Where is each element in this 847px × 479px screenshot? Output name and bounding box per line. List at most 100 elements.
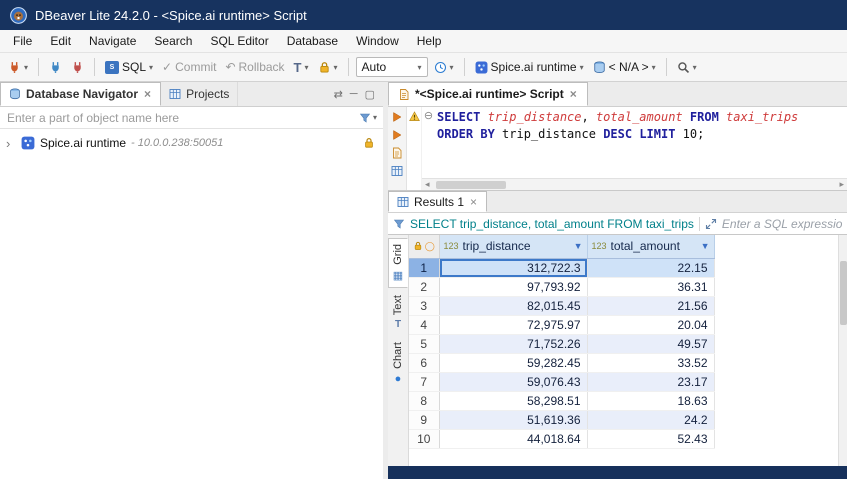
close-icon[interactable]: × bbox=[143, 87, 152, 101]
row-number-cell[interactable]: 8 bbox=[409, 391, 439, 410]
close-icon[interactable]: × bbox=[469, 195, 478, 209]
row-number-cell[interactable]: 9 bbox=[409, 410, 439, 429]
cell-total-amount[interactable]: 24.2 bbox=[587, 410, 714, 429]
cell-total-amount[interactable]: 33.52 bbox=[587, 353, 714, 372]
editor-hscrollbar[interactable]: ◂ ▸ bbox=[422, 178, 847, 190]
table-row[interactable]: 759,076.4323.17 bbox=[409, 372, 715, 391]
cell-trip-distance[interactable]: 59,076.43 bbox=[439, 372, 587, 391]
cell-total-amount[interactable]: 21.56 bbox=[587, 296, 714, 315]
table-row[interactable]: 472,975.9720.04 bbox=[409, 315, 715, 334]
filter-expression-placeholder[interactable]: Enter a SQL expression to... bbox=[722, 217, 842, 231]
transaction-mode-button[interactable]: T ▾ bbox=[291, 58, 312, 77]
disconnect-button[interactable] bbox=[68, 59, 87, 76]
table-row[interactable]: 571,752.2649.57 bbox=[409, 334, 715, 353]
sort-desc-icon[interactable]: ▼ bbox=[701, 241, 710, 251]
table-row[interactable]: 297,793.9236.31 bbox=[409, 277, 715, 296]
explain-plan-icon[interactable] bbox=[391, 147, 403, 159]
cell-trip-distance[interactable]: 59,282.45 bbox=[439, 353, 587, 372]
schema-selector[interactable]: < N/A > ▾ bbox=[590, 58, 659, 76]
table-row[interactable]: 659,282.4533.52 bbox=[409, 353, 715, 372]
row-number-cell[interactable]: 4 bbox=[409, 315, 439, 334]
cell-empty[interactable] bbox=[714, 296, 715, 315]
close-icon[interactable]: × bbox=[569, 87, 578, 101]
cell-trip-distance[interactable]: 51,619.36 bbox=[439, 410, 587, 429]
cell-total-amount[interactable]: 18.63 bbox=[587, 391, 714, 410]
grid-vscrollbar[interactable] bbox=[838, 235, 847, 479]
cell-trip-distance[interactable]: 82,015.45 bbox=[439, 296, 587, 315]
link-editor-icon[interactable]: ⇄ bbox=[334, 88, 343, 101]
menu-navigate[interactable]: Navigate bbox=[80, 31, 145, 51]
object-filter-input[interactable] bbox=[0, 107, 353, 128]
cell-total-amount[interactable]: 23.17 bbox=[587, 372, 714, 391]
cell-empty[interactable] bbox=[714, 429, 715, 448]
execute-script-icon[interactable] bbox=[391, 129, 403, 141]
table-row[interactable]: 1044,018.6452.43 bbox=[409, 429, 715, 448]
cell-trip-distance[interactable]: 72,975.97 bbox=[439, 315, 587, 334]
menu-window[interactable]: Window bbox=[347, 31, 408, 51]
cell-total-amount[interactable]: 20.04 bbox=[587, 315, 714, 334]
cell-empty[interactable] bbox=[714, 410, 715, 429]
cell-empty[interactable] bbox=[714, 277, 715, 296]
row-number-cell[interactable]: 6 bbox=[409, 353, 439, 372]
row-number-cell[interactable]: 7 bbox=[409, 372, 439, 391]
connect-button[interactable] bbox=[46, 59, 65, 76]
row-number-cell[interactable]: 2 bbox=[409, 277, 439, 296]
maximize-icon[interactable]: ▢ bbox=[365, 88, 375, 101]
column-header-total-amount[interactable]: 123 total_amount ▼ bbox=[587, 235, 714, 258]
tab-text-view[interactable]: Text T bbox=[388, 290, 408, 335]
cell-trip-distance[interactable]: 44,018.64 bbox=[439, 429, 587, 448]
row-number-cell[interactable]: 1 bbox=[409, 258, 439, 277]
menu-file[interactable]: File bbox=[4, 31, 41, 51]
filter-query-text[interactable]: SELECT trip_distance, total_amount FROM … bbox=[410, 217, 694, 231]
menu-database[interactable]: Database bbox=[278, 31, 347, 51]
tree-item-spice-connection[interactable]: › Spice.ai runtime - 10.0.0.238:50051 bbox=[0, 132, 383, 154]
menu-search[interactable]: Search bbox=[145, 31, 201, 51]
tab-chart-view[interactable]: Chart ● bbox=[388, 337, 408, 390]
column-header-trip-distance[interactable]: 123 trip_distance ▼ bbox=[439, 235, 587, 258]
table-row[interactable]: 858,298.5118.63 bbox=[409, 391, 715, 410]
expand-icon[interactable] bbox=[705, 218, 717, 230]
execute-statement-icon[interactable] bbox=[391, 111, 403, 123]
vscroll-thumb[interactable] bbox=[840, 261, 847, 325]
row-number-cell[interactable]: 3 bbox=[409, 296, 439, 315]
scroll-right-icon[interactable]: ▸ bbox=[836, 179, 847, 190]
cell-empty[interactable] bbox=[714, 353, 715, 372]
tab-projects[interactable]: Projects bbox=[161, 82, 238, 106]
tab-grid-view[interactable]: Grid ▦ bbox=[388, 238, 408, 288]
filter-settings-button[interactable]: ▾ bbox=[353, 112, 383, 124]
sql-line[interactable]: SELECT trip_distance, total_amount FROM … bbox=[437, 109, 845, 126]
cell-total-amount[interactable]: 52.43 bbox=[587, 429, 714, 448]
security-button[interactable]: ▾ bbox=[315, 59, 341, 76]
tab-sql-script[interactable]: *<Spice.ai runtime> Script × bbox=[388, 82, 588, 106]
cell-empty[interactable] bbox=[714, 258, 715, 277]
cell-empty[interactable] bbox=[714, 334, 715, 353]
scroll-left-icon[interactable]: ◂ bbox=[422, 179, 433, 190]
grid-corner-cell[interactable]: ◯ bbox=[409, 235, 439, 258]
cell-trip-distance[interactable]: 312,722.3 bbox=[439, 258, 587, 277]
cell-empty[interactable] bbox=[714, 372, 715, 391]
commit-button[interactable]: ✓ Commit bbox=[159, 58, 219, 76]
cell-total-amount[interactable]: 49.57 bbox=[587, 334, 714, 353]
search-button[interactable]: ▾ bbox=[674, 59, 700, 76]
sql-editor-button[interactable]: S SQL ▾ bbox=[102, 58, 156, 76]
query-history-button[interactable]: ▾ bbox=[431, 59, 457, 76]
rollback-button[interactable]: ↶ Rollback bbox=[222, 58, 287, 76]
menu-edit[interactable]: Edit bbox=[41, 31, 80, 51]
hscroll-thumb[interactable] bbox=[436, 181, 506, 189]
cell-trip-distance[interactable]: 58,298.51 bbox=[439, 391, 587, 410]
tab-database-navigator[interactable]: Database Navigator × bbox=[0, 82, 161, 106]
menu-sql-editor[interactable]: SQL Editor bbox=[201, 31, 277, 51]
row-number-cell[interactable]: 5 bbox=[409, 334, 439, 353]
fold-collapse-icon[interactable]: ⊖ bbox=[424, 110, 433, 122]
cell-empty[interactable] bbox=[714, 391, 715, 410]
minimize-icon[interactable]: ─ bbox=[350, 88, 358, 100]
commit-mode-combobox[interactable]: Auto ▾ bbox=[356, 57, 428, 77]
table-row[interactable]: 1312,722.322.15 bbox=[409, 258, 715, 277]
connection-selector[interactable]: Spice.ai runtime ▾ bbox=[472, 58, 587, 76]
sort-desc-icon[interactable]: ▼ bbox=[574, 241, 583, 251]
cell-empty[interactable] bbox=[714, 315, 715, 334]
tab-results-1[interactable]: Results 1 × bbox=[388, 191, 487, 212]
table-row[interactable]: 951,619.3624.2 bbox=[409, 410, 715, 429]
menu-help[interactable]: Help bbox=[408, 31, 451, 51]
chevron-right-icon[interactable]: › bbox=[6, 136, 16, 151]
